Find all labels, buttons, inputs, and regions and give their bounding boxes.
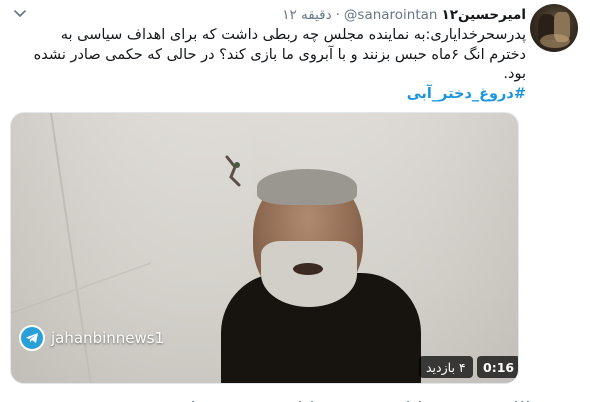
tweet-time[interactable]: ۱۲ دقیقه bbox=[282, 7, 331, 23]
user-handle[interactable]: @sanarointan bbox=[344, 7, 438, 23]
chevron-down-icon[interactable] bbox=[12, 6, 28, 22]
header-separator: · bbox=[335, 7, 340, 23]
person-hair bbox=[257, 169, 357, 205]
watermark-label: jahanbinnews1 bbox=[51, 329, 165, 347]
tweet-text: پدرسحرخدایاری:به نماینده مجلس چه ربطی دا… bbox=[20, 26, 526, 104]
display-name[interactable]: امیرحسین۱۲ bbox=[441, 7, 526, 23]
wall-ornament bbox=[225, 155, 241, 187]
hashtag-link[interactable]: #دروغ_دختر_آبی bbox=[407, 86, 526, 102]
tweet[interactable]: امیرحسین۱۲ @sanarointan · ۱۲ دقیقه پدرسح… bbox=[0, 0, 590, 402]
telegram-icon bbox=[19, 325, 45, 351]
avatar[interactable] bbox=[530, 4, 578, 52]
duration-badge: 0:16 bbox=[477, 356, 518, 378]
tweet-body: پدرسحرخدایاری:به نماینده مجلس چه ربطی دا… bbox=[33, 27, 526, 82]
share-icon[interactable] bbox=[514, 394, 530, 402]
tweet-header: امیرحسین۱۲ @sanarointan · ۱۲ دقیقه bbox=[282, 5, 526, 25]
reply-icon[interactable] bbox=[190, 394, 206, 402]
video-player[interactable]: jahanbinnews1 ۴ بازدید 0:16 bbox=[10, 112, 519, 384]
tweet-actions bbox=[190, 394, 530, 402]
retweet-icon[interactable] bbox=[298, 394, 314, 402]
person-mouth bbox=[293, 263, 323, 275]
like-icon[interactable] bbox=[406, 394, 422, 402]
view-count-badge: ۴ بازدید bbox=[419, 356, 473, 378]
video-watermark: jahanbinnews1 bbox=[19, 323, 164, 353]
avatar-highlight bbox=[540, 34, 570, 48]
